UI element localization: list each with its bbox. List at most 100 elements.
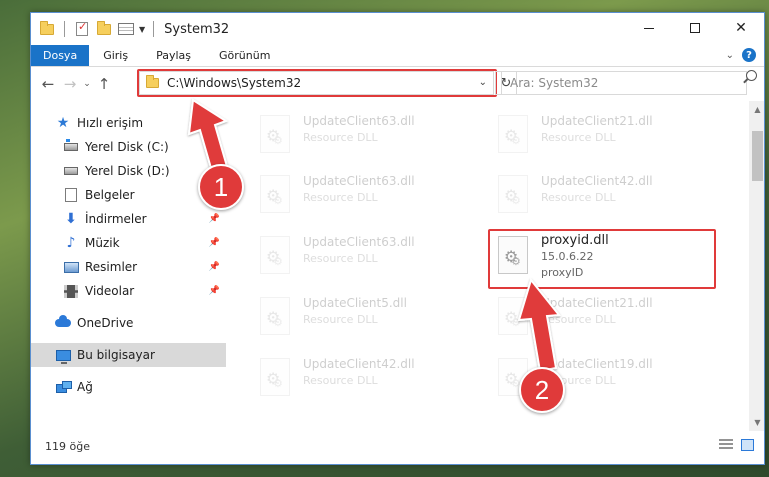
file-type: Resource DLL: [303, 313, 378, 326]
file-name: UpdateClient19.dll: [541, 357, 653, 371]
sidebar-item-label: Ağ: [77, 380, 93, 394]
file-tile[interactable]: UpdateClient21.dll Resource DLL: [489, 111, 709, 167]
file-tile[interactable]: UpdateClient63.dll Resource DLL: [251, 111, 471, 167]
navigation-bar: ← → ⌄ ↑ C:\Windows\System32 ⌄ ↻ Ara: Sys…: [31, 67, 764, 101]
large-icons-view-icon[interactable]: [741, 439, 754, 451]
file-explorer-window: ▼ System32 ✕ Dosya Giriş Paylaş Görünüm …: [30, 12, 765, 465]
file-name: UpdateClient63.dll: [303, 235, 415, 249]
pin-icon[interactable]: 📌: [209, 214, 220, 224]
search-input[interactable]: Ara: System32: [501, 71, 747, 95]
sidebar-item-local-disk-c[interactable]: Yerel Disk (C:) 📌: [31, 135, 226, 159]
view-buttons: [719, 439, 754, 451]
pictures-icon: [63, 260, 79, 274]
proxyid-highlight-box: [488, 229, 716, 289]
quick-access-toolbar: ▼: [31, 20, 158, 37]
ribbon-tabs: Dosya Giriş Paylaş Görünüm ⌄ ?: [31, 45, 764, 67]
tab-share[interactable]: Paylaş: [142, 45, 205, 66]
navigation-pane: ★ Hızlı erişim Yerel Disk (C:) 📌 Yerel D…: [31, 101, 226, 431]
file-tile[interactable]: UpdateClient42.dll Resource DLL: [489, 171, 709, 227]
scroll-thumb[interactable]: [752, 131, 763, 181]
drive-c-icon: [63, 140, 79, 154]
maximize-icon: [690, 23, 700, 33]
onedrive-icon: [55, 315, 71, 330]
content-area: ★ Hızlı erişim Yerel Disk (C:) 📌 Yerel D…: [31, 101, 764, 431]
sidebar-item-downloads[interactable]: ⬇ İndirmeler 📌: [31, 207, 226, 231]
tab-home[interactable]: Giriş: [89, 45, 142, 66]
address-highlight-box: [137, 69, 497, 97]
file-type: Resource DLL: [541, 131, 616, 144]
dll-file-icon: [495, 175, 533, 221]
sidebar-item-label: Müzik: [85, 236, 120, 250]
vertical-scrollbar[interactable]: ▲ ▼: [749, 101, 764, 431]
file-type: Resource DLL: [541, 191, 616, 204]
help-icon[interactable]: ?: [742, 48, 756, 62]
dll-file-icon: [495, 115, 533, 161]
file-tile[interactable]: UpdateClient5.dll Resource DLL: [251, 293, 471, 349]
status-bar: 119 öğe: [31, 429, 764, 464]
file-type: Resource DLL: [303, 374, 378, 387]
file-name: UpdateClient42.dll: [303, 357, 415, 371]
sidebar-item-quick-access[interactable]: ★ Hızlı erişim: [31, 111, 226, 135]
sidebar-item-label: Videolar: [85, 284, 135, 298]
file-tile[interactable]: UpdateClient42.dll Resource DLL: [251, 354, 471, 410]
maximize-button[interactable]: [672, 13, 718, 43]
file-name: UpdateClient42.dll: [541, 174, 653, 188]
sidebar-item-label: Belgeler: [85, 188, 135, 202]
tab-view[interactable]: Görünüm: [205, 45, 284, 66]
toolbar-divider: [153, 21, 155, 37]
network-icon: [55, 380, 72, 394]
scroll-up-icon[interactable]: ▲: [749, 101, 764, 118]
folder-icon: [38, 20, 56, 37]
file-tile[interactable]: UpdateClient63.dll Resource DLL: [251, 171, 471, 227]
sidebar-item-pictures[interactable]: Resimler 📌: [31, 255, 226, 279]
file-name: UpdateClient63.dll: [303, 174, 415, 188]
search-icon[interactable]: [746, 70, 757, 81]
ribbon-right-controls: ⌄ ?: [726, 48, 756, 62]
recent-locations-caret-icon[interactable]: ⌄: [81, 79, 93, 89]
sidebar-item-videos[interactable]: Videolar 📌: [31, 279, 226, 303]
title-bar: ▼ System32 ✕: [31, 13, 764, 45]
star-icon: ★: [56, 115, 70, 131]
file-type: Resource DLL: [303, 131, 378, 144]
close-button[interactable]: ✕: [718, 13, 764, 43]
sidebar-item-documents[interactable]: Belgeler 📌: [31, 183, 226, 207]
tab-file[interactable]: Dosya: [31, 45, 90, 66]
sidebar-item-network[interactable]: Ağ: [31, 375, 226, 399]
file-tile[interactable]: UpdateClient63.dll Resource DLL: [251, 232, 471, 288]
new-folder-icon[interactable]: [95, 20, 113, 37]
file-tile[interactable]: UpdateClient21.dll Resource DLL: [489, 293, 709, 349]
dll-file-icon: [257, 175, 295, 221]
pin-icon[interactable]: 📌: [209, 142, 220, 152]
dll-file-icon: [257, 236, 295, 282]
sidebar-item-this-pc[interactable]: Bu bilgisayar: [31, 343, 226, 367]
dll-file-icon: [257, 297, 295, 343]
sidebar-item-local-disk-d[interactable]: Yerel Disk (D:) 📌: [31, 159, 226, 183]
expand-ribbon-chevron-icon[interactable]: ⌄: [726, 50, 734, 61]
sidebar-item-music[interactable]: ♪ Müzik 📌: [31, 231, 226, 255]
minimize-button[interactable]: [626, 13, 672, 43]
pin-icon[interactable]: 📌: [209, 286, 220, 296]
properties-check-icon[interactable]: [73, 20, 91, 37]
back-arrow-icon[interactable]: ←: [37, 75, 59, 93]
file-name: UpdateClient5.dll: [303, 296, 407, 310]
file-type: Resource DLL: [303, 191, 378, 204]
window-title: System32: [164, 21, 230, 37]
customize-toolbar-caret-icon[interactable]: ▼: [139, 25, 145, 34]
forward-arrow-icon[interactable]: →: [59, 75, 81, 93]
pin-icon[interactable]: 📌: [209, 238, 220, 248]
toolbar-divider: [64, 21, 65, 37]
close-icon: ✕: [735, 20, 747, 36]
documents-icon: [63, 188, 79, 202]
file-name: UpdateClient63.dll: [303, 114, 415, 128]
sidebar-item-onedrive[interactable]: OneDrive: [31, 311, 226, 335]
pin-icon[interactable]: 📌: [209, 262, 220, 272]
file-name: UpdateClient21.dll: [541, 114, 653, 128]
properties-icon[interactable]: [117, 21, 135, 37]
sidebar-item-label: Bu bilgisayar: [77, 348, 155, 362]
file-list: UpdateClient63.dll Resource DLL UpdateCli…: [226, 101, 764, 431]
details-view-icon[interactable]: [719, 439, 733, 451]
sidebar-item-label: OneDrive: [77, 316, 134, 330]
sidebar-item-label: Yerel Disk (D:): [85, 164, 170, 178]
up-arrow-icon[interactable]: ↑: [93, 75, 115, 93]
downloads-icon: ⬇: [65, 211, 77, 227]
